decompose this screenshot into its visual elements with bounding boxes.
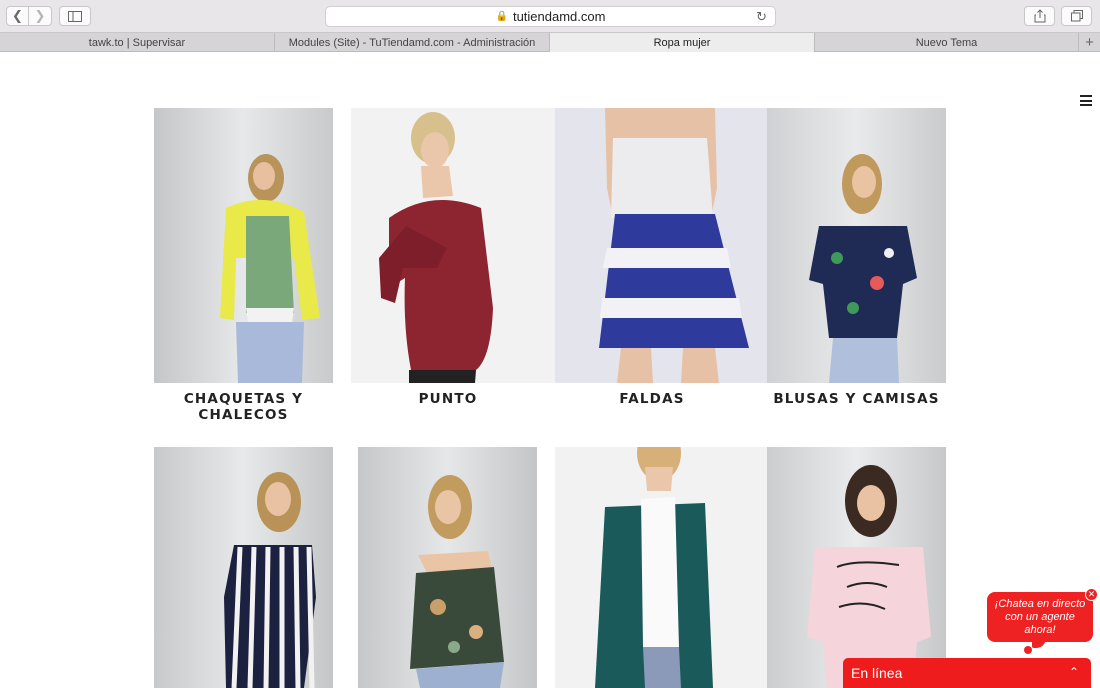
back-button[interactable]: ❮ [6,6,29,26]
chat-status-label: En línea [851,665,903,681]
chat-bubble-tail [1032,636,1046,648]
category-image-camisetas[interactable] [767,447,946,688]
tab-tawk[interactable]: tawk.to | Supervisar [0,33,275,52]
category-image-faldas[interactable] [555,108,767,383]
tab-ropa-mujer[interactable]: Ropa mujer [550,33,815,52]
chat-invite-bubble[interactable]: ¡Chatea en directo con un agente ahora! [987,592,1093,642]
menu-icon[interactable] [1080,95,1092,106]
lock-icon: 🔒 [495,11,508,22]
chevron-left-icon: ❮ [12,8,23,23]
share-icon [1034,9,1045,23]
tab-overview-button[interactable] [1061,6,1092,26]
chat-invite-text: ¡Chatea en directo con un agente ahora! [994,597,1086,636]
forward-button[interactable]: ❯ [29,6,52,26]
address-bar[interactable]: 🔒 tutiendamd.com ↻ [325,6,776,27]
category-title-blusas[interactable]: BLUSAS Y CAMISAS [767,391,946,407]
tab-bar: tawk.to | Supervisar Modules (Site) - Tu… [0,33,1100,52]
chat-bubble-dot [1024,646,1032,654]
share-button[interactable] [1024,6,1055,26]
category-image-chaquetas[interactable] [154,108,333,383]
chevron-up-icon[interactable]: ⌃ [1069,665,1079,679]
category-title-punto[interactable]: PUNTO [351,391,545,407]
category-title-chaquetas[interactable]: CHAQUETAS Y CHALECOS [154,391,333,423]
category-title-faldas[interactable]: FALDAS [555,391,749,407]
chevron-right-icon: ❯ [34,8,46,23]
plus-icon: + [1085,33,1094,51]
sidebar-icon [68,10,82,22]
category-image-tops[interactable] [358,447,537,688]
tab-overview-icon [1070,10,1083,22]
browser-toolbar: ❮ ❯ 🔒 tutiendamd.com ↻ [0,0,1100,33]
tab-nuevo-tema[interactable]: Nuevo Tema [815,33,1079,52]
reload-icon[interactable]: ↻ [756,9,767,25]
close-icon[interactable]: ✕ [1085,588,1098,601]
category-image-monos[interactable] [154,447,333,688]
chat-status-bar[interactable]: En línea ⌃ [843,658,1091,688]
new-tab-button[interactable]: + [1079,33,1100,51]
tab-modules[interactable]: Modules (Site) - TuTiendamd.com - Admini… [275,33,550,52]
category-image-blusas[interactable] [767,108,946,383]
address-url: tutiendamd.com [512,9,606,24]
category-image-abrigos[interactable] [555,447,767,688]
sidebar-toggle-button[interactable] [59,6,91,26]
category-image-punto[interactable] [351,108,555,383]
